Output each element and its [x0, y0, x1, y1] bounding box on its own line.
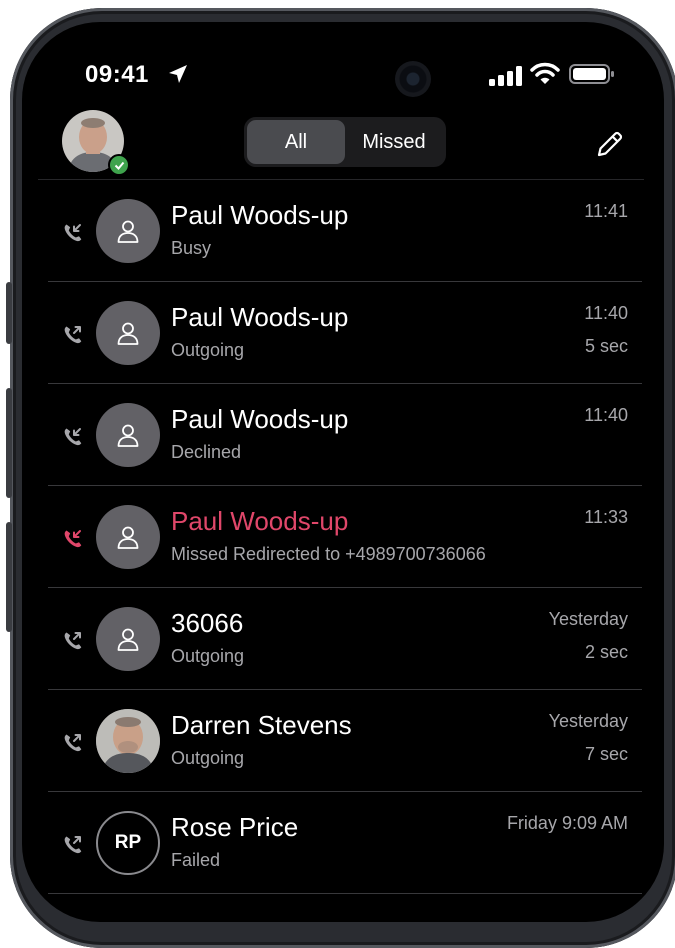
call-status: Outgoing	[171, 748, 245, 768]
outgoing-call-icon	[62, 630, 84, 657]
contact-name: Darren Stevens	[171, 710, 352, 740]
person-icon	[96, 607, 160, 671]
cellular-signal-icon	[489, 66, 522, 86]
location-arrow-icon	[169, 65, 187, 83]
contact-name: Paul Woods-up	[171, 200, 349, 230]
screen: 09:41 All Missed Paul Woods-up Busy 11:4…	[22, 22, 664, 922]
incoming-call-icon	[62, 426, 84, 453]
front-camera	[395, 61, 431, 97]
call-status: Busy	[171, 238, 212, 258]
person-icon	[96, 403, 160, 467]
row-divider	[48, 893, 642, 894]
mute-switch	[6, 282, 12, 344]
call-history-row[interactable]: Paul Woods-up Busy 11:41	[22, 180, 664, 282]
tab-all[interactable]: All	[247, 120, 345, 164]
call-duration: 7 sec	[584, 744, 628, 764]
contact-photo-avatar	[96, 709, 160, 773]
contact-name: Paul Woods-up	[171, 302, 349, 332]
person-icon	[96, 199, 160, 263]
wifi-icon	[530, 62, 560, 84]
contact-name: Paul Woods-up	[171, 506, 349, 536]
contact-name: 36066	[171, 608, 244, 638]
call-history-row[interactable]: Paul Woods-up Declined 11:40	[22, 384, 664, 486]
call-duration: 5 sec	[584, 336, 628, 356]
person-icon	[96, 301, 160, 365]
call-time: Friday 9:09 AM	[506, 813, 628, 833]
call-status: Outgoing	[171, 340, 245, 360]
call-filter-segmented-control: All Missed	[244, 117, 446, 167]
contact-initials-avatar: RP	[96, 811, 160, 875]
call-duration: 2 sec	[584, 642, 628, 662]
presence-available-icon	[108, 154, 130, 176]
call-time: Yesterday	[548, 609, 628, 629]
outgoing-call-icon	[62, 732, 84, 759]
outgoing-call-icon	[62, 324, 84, 351]
call-status: Missed Redirected to +4989700736066	[171, 544, 486, 564]
incoming-call-icon	[62, 222, 84, 249]
call-time: 11:33	[584, 507, 628, 527]
call-history-row[interactable]: Darren Stevens Outgoing Yesterday 7 sec	[22, 690, 664, 792]
contact-name: Rose Price	[171, 812, 299, 842]
call-status: Declined	[171, 442, 242, 462]
call-time: 11:40	[584, 303, 628, 323]
contact-name: Paul Woods-up	[171, 404, 349, 434]
volume-down-button	[6, 522, 12, 632]
call-history-row[interactable]: RP Rose Price Failed Friday 9:09 AM	[22, 792, 664, 894]
volume-up-button	[6, 388, 12, 498]
tab-missed[interactable]: Missed	[345, 120, 443, 164]
status-time: 09:41	[85, 61, 149, 88]
call-time: 11:40	[584, 405, 628, 425]
battery-icon	[569, 64, 614, 84]
missed-call-icon	[62, 528, 84, 555]
call-time: 11:41	[584, 201, 628, 221]
outgoing-call-icon	[62, 834, 84, 861]
call-status: Failed	[171, 850, 221, 870]
call-history-row[interactable]: 36066 Outgoing Yesterday 2 sec	[22, 588, 664, 690]
call-time: Yesterday	[548, 711, 628, 731]
call-history-row[interactable]: Paul Woods-up Missed Redirected to +49897…	[22, 486, 664, 588]
call-history-row[interactable]: Paul Woods-up Outgoing 11:40 5 sec	[22, 282, 664, 384]
call-status: Outgoing	[171, 646, 245, 666]
edit-pencil-icon[interactable]	[595, 129, 625, 159]
person-icon	[96, 505, 160, 569]
